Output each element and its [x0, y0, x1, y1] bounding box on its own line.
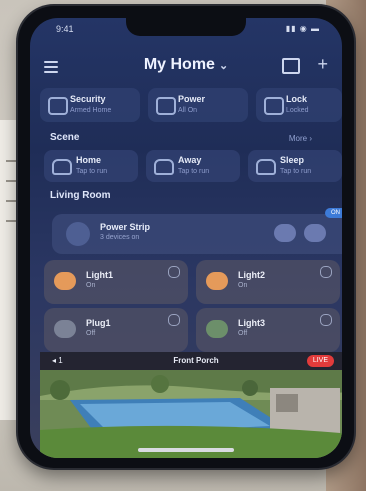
device-status: On [238, 282, 248, 289]
quick-access-row: Security Armed Home Power All On Lock Lo… [40, 88, 342, 124]
quick-card-label: Power [178, 94, 206, 104]
app-header: My Home ⌄ + [30, 54, 342, 80]
scene-sub: Tap to run [178, 168, 210, 175]
device-toggle[interactable] [168, 314, 180, 326]
live-badge: LIVE [306, 355, 334, 367]
power-strip-toggle-1[interactable] [274, 224, 296, 242]
phone-frame: 9:41 ▮▮ ◉ ▬ My Home ⌄ + Security Armed Ho… [18, 6, 354, 468]
device-card-light2[interactable]: Light2 On [196, 260, 340, 304]
shield-icon [48, 97, 68, 115]
scene-section-title: Scene [50, 132, 80, 143]
camera-image [40, 370, 342, 458]
device-card-light1[interactable]: Light1 On [44, 260, 188, 304]
scene-sub: Tap to run [76, 168, 108, 175]
power-strip-icon [66, 222, 90, 246]
quick-card-lock[interactable]: Lock Locked [256, 88, 342, 122]
quick-card-label: Lock [286, 94, 308, 104]
status-system-icons: ▮▮ ◉ ▬ [285, 24, 320, 33]
device-label: Plug1 [86, 318, 111, 328]
quick-card-status: Locked [286, 107, 309, 114]
device-label: Light3 [238, 318, 265, 328]
device-label: Light2 [238, 270, 265, 280]
scene-away[interactable]: Away Tap to run [146, 150, 240, 182]
power-strip-sub: 3 devices on [100, 234, 140, 241]
scene-more-link[interactable]: More › [289, 134, 312, 143]
light-icon [206, 320, 228, 338]
device-toggle[interactable] [168, 266, 180, 278]
camera-feed[interactable]: ◂ 1 Front Porch LIVE [40, 352, 342, 458]
room-section-title: Living Room [50, 190, 111, 201]
device-card-plug1[interactable]: Plug1 Off [44, 308, 188, 352]
device-toggle[interactable] [320, 314, 332, 326]
scene-sleep[interactable]: Sleep Tap to run [248, 150, 342, 182]
status-badge: ON [325, 208, 342, 218]
power-strip-toggle-2[interactable] [304, 224, 326, 242]
power-icon [156, 97, 176, 115]
scene-home[interactable]: Home Tap to run [44, 150, 138, 182]
device-status: On [86, 282, 96, 289]
quick-card-label: Security [70, 94, 106, 104]
camera-title: Front Porch [173, 356, 219, 365]
light-icon [206, 272, 228, 290]
quick-card-status: Armed Home [70, 107, 112, 114]
camera-bar: ◂ 1 Front Porch LIVE [40, 352, 342, 370]
paper-line [6, 220, 18, 222]
phone-notch [126, 18, 246, 36]
lock-icon [264, 97, 284, 115]
quick-card-status: All On [178, 107, 198, 114]
scene-label: Home [76, 155, 102, 165]
bed-icon [256, 159, 276, 175]
home-icon [52, 159, 72, 175]
device-card-light3[interactable]: Light3 Off [196, 308, 340, 352]
car-icon [154, 159, 174, 175]
scene-label: Sleep [280, 155, 305, 165]
app-screen: 9:41 ▮▮ ◉ ▬ My Home ⌄ + Security Armed Ho… [30, 18, 342, 458]
scene-label: Away [178, 155, 202, 165]
power-strip-label: Power Strip [100, 222, 151, 232]
scene-sub: Tap to run [280, 168, 312, 175]
device-label: Light1 [86, 270, 113, 280]
power-strip-card[interactable]: Power Strip 3 devices on ON [52, 208, 342, 254]
device-status: Off [86, 330, 96, 337]
light-icon [54, 272, 76, 290]
page-title: My Home [143, 56, 215, 73]
device-status: Off [238, 330, 248, 337]
chevron-down-icon: ⌄ [218, 60, 229, 72]
home-indicator[interactable] [138, 448, 234, 452]
device-toggle[interactable] [320, 266, 332, 278]
quick-card-power[interactable]: Power All On [148, 88, 248, 122]
add-icon[interactable]: + [317, 54, 328, 75]
quick-card-security[interactable]: Security Armed Home [40, 88, 140, 122]
grid-icon[interactable] [282, 58, 300, 74]
plug-icon [54, 320, 76, 338]
status-time: 9:41 [56, 24, 74, 34]
